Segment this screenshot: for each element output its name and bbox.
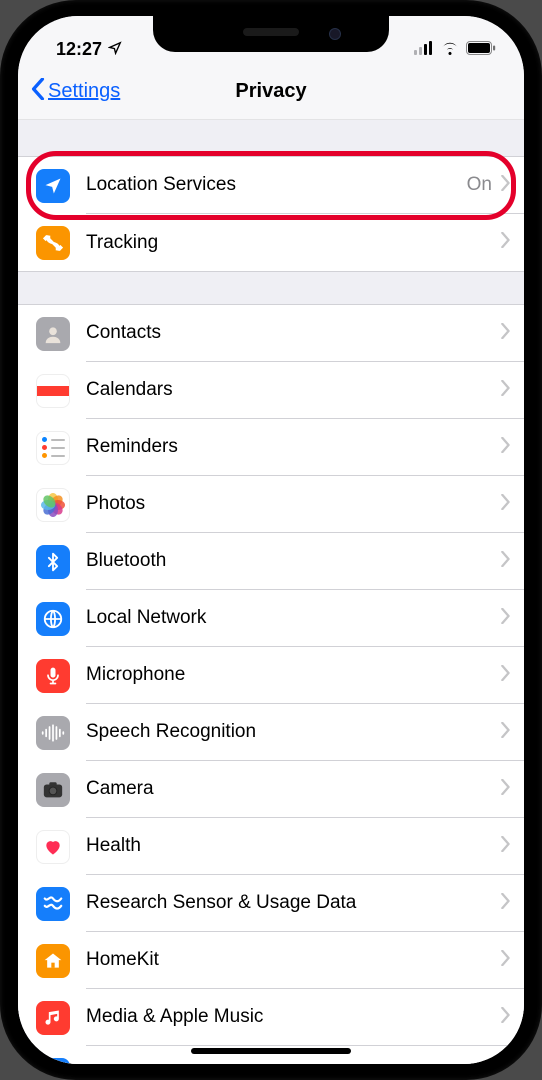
- tracking-icon: [36, 226, 70, 260]
- mic-icon: [36, 659, 70, 693]
- contacts-cell[interactable]: Contacts: [18, 305, 524, 362]
- microphone-cell[interactable]: Microphone: [18, 647, 524, 704]
- notch: [153, 16, 389, 52]
- chevron-right-icon: [500, 665, 510, 686]
- speaker-grille: [243, 28, 299, 36]
- cell-label: Camera: [86, 778, 500, 800]
- chevron-left-icon: [30, 78, 46, 106]
- location-services-cell[interactable]: Location ServicesOn: [18, 157, 524, 214]
- cell-label: HomeKit: [86, 949, 500, 971]
- settings-group: Contacts Calendars Reminders Photos Bluetoot…: [18, 304, 524, 1064]
- cell-label: Research Sensor & Usage Data: [86, 892, 500, 914]
- camera-cell[interactable]: Camera: [18, 761, 524, 818]
- homekit-cell[interactable]: HomeKit: [18, 932, 524, 989]
- chevron-right-icon: [500, 551, 510, 572]
- wifi-icon: [440, 39, 460, 60]
- cell-label: Contacts: [86, 322, 500, 344]
- battery-icon: [466, 39, 496, 60]
- chevron-right-icon: [500, 175, 510, 196]
- chevron-right-icon: [500, 232, 510, 253]
- cell-label: Files and Folders: [86, 1064, 500, 1065]
- cell-label: Calendars: [86, 379, 500, 401]
- speech-icon: [36, 716, 70, 750]
- status-time: 12:27: [56, 39, 102, 60]
- back-label: Settings: [48, 80, 120, 103]
- media-icon: [36, 1001, 70, 1035]
- speech-cell[interactable]: Speech Recognition: [18, 704, 524, 761]
- content[interactable]: Location ServicesOn Tracking Contacts Calen…: [18, 120, 524, 1064]
- health-cell[interactable]: Health: [18, 818, 524, 875]
- chevron-right-icon: [500, 380, 510, 401]
- research-cell[interactable]: Research Sensor & Usage Data: [18, 875, 524, 932]
- cell-label: Tracking: [86, 232, 500, 254]
- bluetooth-icon: [36, 545, 70, 579]
- location-arrow-icon: [108, 39, 122, 60]
- cell-label: Reminders: [86, 436, 500, 458]
- page-title: Privacy: [235, 80, 306, 103]
- reminders-cell[interactable]: Reminders: [18, 419, 524, 476]
- chevron-right-icon: [500, 950, 510, 971]
- cell-label: Media & Apple Music: [86, 1006, 500, 1028]
- files-icon: [36, 1058, 70, 1065]
- photos-icon: [36, 488, 70, 522]
- local-network-cell[interactable]: Local Network: [18, 590, 524, 647]
- cell-label: Location Services: [86, 174, 467, 196]
- health-icon: [36, 830, 70, 864]
- navigation-bar: Settings Privacy: [18, 64, 524, 120]
- calendars-icon: [36, 374, 70, 408]
- tracking-cell[interactable]: Tracking: [18, 214, 524, 271]
- chevron-right-icon: [500, 893, 510, 914]
- chevron-right-icon: [500, 722, 510, 743]
- cell-label: Photos: [86, 493, 500, 515]
- chevron-right-icon: [500, 323, 510, 344]
- media-cell[interactable]: Media & Apple Music: [18, 989, 524, 1046]
- cell-value: On: [467, 174, 492, 196]
- cell-label: Bluetooth: [86, 550, 500, 572]
- cell-label: Microphone: [86, 664, 500, 686]
- local-icon: [36, 602, 70, 636]
- chevron-right-icon: [500, 779, 510, 800]
- chevron-right-icon: [500, 608, 510, 629]
- cell-label: Speech Recognition: [86, 721, 500, 743]
- contacts-icon: [36, 317, 70, 351]
- chevron-right-icon: [500, 836, 510, 857]
- screen: 12:27: [18, 16, 524, 1064]
- chevron-right-icon: [500, 494, 510, 515]
- settings-group: Location ServicesOn Tracking: [18, 156, 524, 272]
- homekit-icon: [36, 944, 70, 978]
- location-icon: [36, 169, 70, 203]
- bluetooth-cell[interactable]: Bluetooth: [18, 533, 524, 590]
- cell-label: Health: [86, 835, 500, 857]
- back-button[interactable]: Settings: [30, 78, 120, 106]
- cell-label: Local Network: [86, 607, 500, 629]
- home-indicator[interactable]: [191, 1048, 351, 1054]
- chevron-right-icon: [500, 437, 510, 458]
- reminders-icon: [36, 431, 70, 465]
- research-icon: [36, 887, 70, 921]
- calendars-cell[interactable]: Calendars: [18, 362, 524, 419]
- chevron-right-icon: [500, 1007, 510, 1028]
- front-camera: [329, 28, 341, 40]
- camera-icon: [36, 773, 70, 807]
- photos-cell[interactable]: Photos: [18, 476, 524, 533]
- phone-frame: 12:27: [0, 0, 542, 1080]
- cellular-icon: [414, 39, 434, 60]
